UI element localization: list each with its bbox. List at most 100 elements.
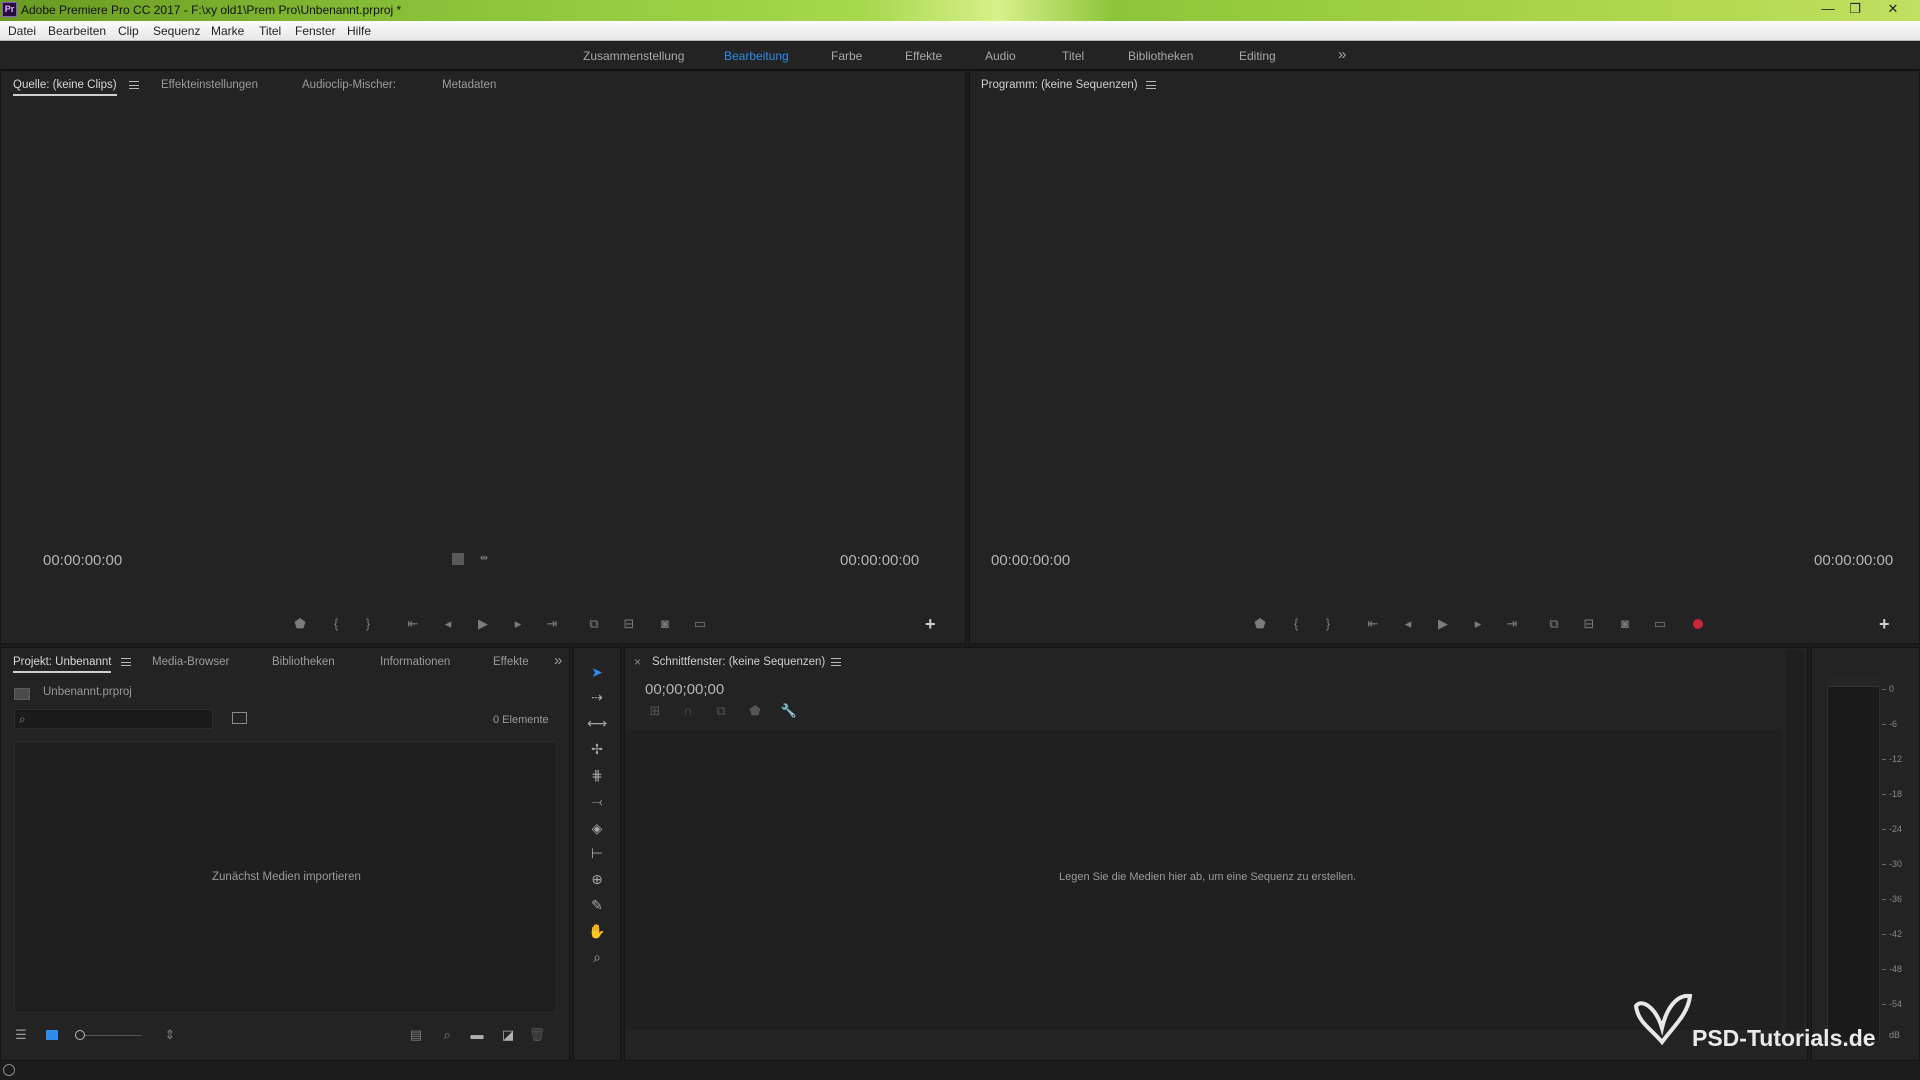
add-marker-icon[interactable]: ⬟: [745, 703, 765, 719]
selection-tool-icon[interactable]: ➤: [585, 662, 609, 682]
record-icon[interactable]: [1693, 619, 1703, 629]
export-frame-icon[interactable]: ◙: [655, 616, 675, 632]
workspace-bearbeitung[interactable]: Bearbeitung: [724, 49, 789, 63]
insert-nest-icon[interactable]: ⊞: [645, 703, 665, 719]
go-to-in-icon[interactable]: ⇤: [403, 616, 423, 632]
zoom-icon[interactable]: ⌕: [585, 947, 609, 967]
zoom-fit-icon[interactable]: [452, 553, 464, 565]
menu-sequenz[interactable]: Sequenz: [153, 24, 200, 38]
slip-icon[interactable]: ◈: [585, 818, 609, 838]
playback-resolution-icon[interactable]: ⇹: [474, 551, 494, 567]
play-icon[interactable]: ▶: [473, 616, 493, 632]
automate-to-sequence-icon[interactable]: ▤: [406, 1027, 426, 1043]
pen-icon[interactable]: ⊕: [585, 869, 609, 889]
workspace-farbe[interactable]: Farbe: [831, 49, 862, 63]
step-back-icon[interactable]: ◂: [438, 616, 458, 632]
tab-project[interactable]: Projekt: Unbenannt: [13, 656, 112, 673]
step-forward-icon[interactable]: ▸: [508, 616, 528, 632]
delete-icon[interactable]: 🗑: [527, 1027, 547, 1043]
export-frame-icon[interactable]: ◙: [1615, 616, 1635, 632]
timeline-timecode[interactable]: 00;00;00;00: [645, 681, 724, 698]
workspace-audio[interactable]: Audio: [985, 49, 1016, 63]
mark-in-icon[interactable]: {: [1286, 616, 1306, 632]
track-select-forward-icon[interactable]: ⇢: [585, 687, 609, 707]
extract-icon[interactable]: ⊟: [1579, 616, 1599, 632]
hand-icon[interactable]: ✋: [585, 921, 609, 941]
linked-selection-icon[interactable]: ⧉: [711, 703, 731, 719]
new-bin-icon[interactable]: ▬: [467, 1027, 487, 1043]
rate-stretch-icon[interactable]: ⋕: [585, 765, 609, 785]
project-panel-menu-icon[interactable]: [121, 658, 131, 666]
program-panel-menu-icon[interactable]: [1146, 81, 1156, 89]
program-add-button[interactable]: +: [1879, 614, 1890, 635]
program-timecode-current[interactable]: 00:00:00:00: [991, 552, 1070, 569]
timeline-close-button[interactable]: ×: [634, 655, 641, 669]
source-timecode-current[interactable]: 00:00:00:00: [43, 552, 122, 569]
step-back-icon[interactable]: ◂: [1398, 616, 1418, 632]
workspace-overflow-icon[interactable]: »: [1338, 46, 1346, 63]
snap-icon[interactable]: ∩: [678, 703, 698, 719]
close-window-button[interactable]: ✕: [1880, 1, 1906, 18]
tab-metadata[interactable]: Metadaten: [442, 79, 496, 91]
tab-effect-controls[interactable]: Effekteinstellungen: [161, 79, 258, 91]
tab-source-monitor[interactable]: Quelle: (keine Clips): [13, 79, 117, 96]
audio-meter-peak-indicator[interactable]: [1827, 678, 1880, 687]
zoom-slider-handle[interactable]: [75, 1030, 85, 1040]
workspace-bibliotheken[interactable]: Bibliotheken: [1128, 49, 1193, 63]
mark-in-icon[interactable]: {: [326, 616, 346, 632]
go-to-out-icon[interactable]: ⇥: [542, 616, 562, 632]
menu-datei[interactable]: Datei: [8, 24, 36, 38]
add-marker-icon[interactable]: ⬟: [1250, 616, 1270, 632]
icon-view-icon[interactable]: [46, 1030, 58, 1040]
ripple-edit-icon[interactable]: ⟷: [585, 713, 609, 733]
menu-titel[interactable]: Titel: [259, 24, 281, 38]
tab-media-browser[interactable]: Media-Browser: [152, 656, 229, 668]
mark-out-icon[interactable]: }: [358, 616, 378, 632]
insert-icon[interactable]: ⧉: [584, 616, 604, 632]
workspace-editing[interactable]: Editing: [1239, 49, 1276, 63]
tab-libraries[interactable]: Bibliotheken: [272, 656, 335, 668]
comparison-view-icon[interactable]: ▭: [1650, 616, 1670, 632]
source-panel-menu-icon[interactable]: [129, 81, 139, 89]
minimize-button[interactable]: —: [1815, 1, 1841, 18]
menu-marke[interactable]: Marke: [211, 24, 244, 38]
go-to-out-icon[interactable]: ⇥: [1502, 616, 1522, 632]
workspace-titel[interactable]: Titel: [1062, 49, 1084, 63]
sort-icon[interactable]: ⇕: [160, 1027, 180, 1043]
find-icon[interactable]: ⌕: [437, 1027, 457, 1043]
list-view-icon[interactable]: ☰: [11, 1027, 31, 1043]
comparison-view-icon[interactable]: ▭: [690, 616, 710, 632]
tab-timeline[interactable]: Schnittfenster: (keine Sequenzen): [652, 656, 825, 668]
go-to-in-icon[interactable]: ⇤: [1363, 616, 1383, 632]
timeline-scrollbar[interactable]: [1786, 650, 1804, 1030]
project-overflow-icon[interactable]: »: [554, 652, 562, 669]
menu-hilfe[interactable]: Hilfe: [347, 24, 371, 38]
add-marker-icon[interactable]: ⬟: [290, 616, 310, 632]
tab-program-monitor[interactable]: Programm: (keine Sequenzen): [981, 79, 1138, 91]
restore-button[interactable]: ❐: [1842, 1, 1868, 18]
play-icon[interactable]: ▶: [1433, 616, 1453, 632]
overwrite-icon[interactable]: ⊟: [619, 616, 639, 632]
project-search-input[interactable]: [35, 711, 205, 727]
lift-icon[interactable]: ⧉: [1544, 616, 1564, 632]
mark-out-icon[interactable]: }: [1318, 616, 1338, 632]
tab-info[interactable]: Informationen: [380, 656, 450, 668]
tab-effects[interactable]: Effekte: [493, 656, 529, 668]
new-item-icon[interactable]: ◪: [498, 1027, 518, 1043]
pen-tool-icon[interactable]: ✎: [585, 895, 609, 915]
source-add-button[interactable]: +: [925, 614, 936, 635]
menu-bearbeiten[interactable]: Bearbeiten: [48, 24, 106, 38]
wrench-icon[interactable]: 🔧: [779, 703, 799, 719]
workspace-effekte[interactable]: Effekte: [905, 49, 942, 63]
slide-icon[interactable]: ⊢: [585, 843, 609, 863]
project-search-field[interactable]: ⌕: [14, 709, 213, 729]
tab-audio-clip-mixer[interactable]: Audioclip-Mischer:: [302, 79, 396, 91]
razor-icon[interactable]: ⤙: [585, 791, 609, 811]
timeline-panel-menu-icon[interactable]: [831, 658, 841, 666]
step-forward-icon[interactable]: ▸: [1468, 616, 1488, 632]
status-indicator-icon[interactable]: [3, 1064, 15, 1076]
menu-clip[interactable]: Clip: [118, 24, 139, 38]
rolling-edit-icon[interactable]: ✢: [585, 739, 609, 759]
zoom-slider-track[interactable]: [85, 1035, 142, 1036]
menu-fenster[interactable]: Fenster: [295, 24, 336, 38]
